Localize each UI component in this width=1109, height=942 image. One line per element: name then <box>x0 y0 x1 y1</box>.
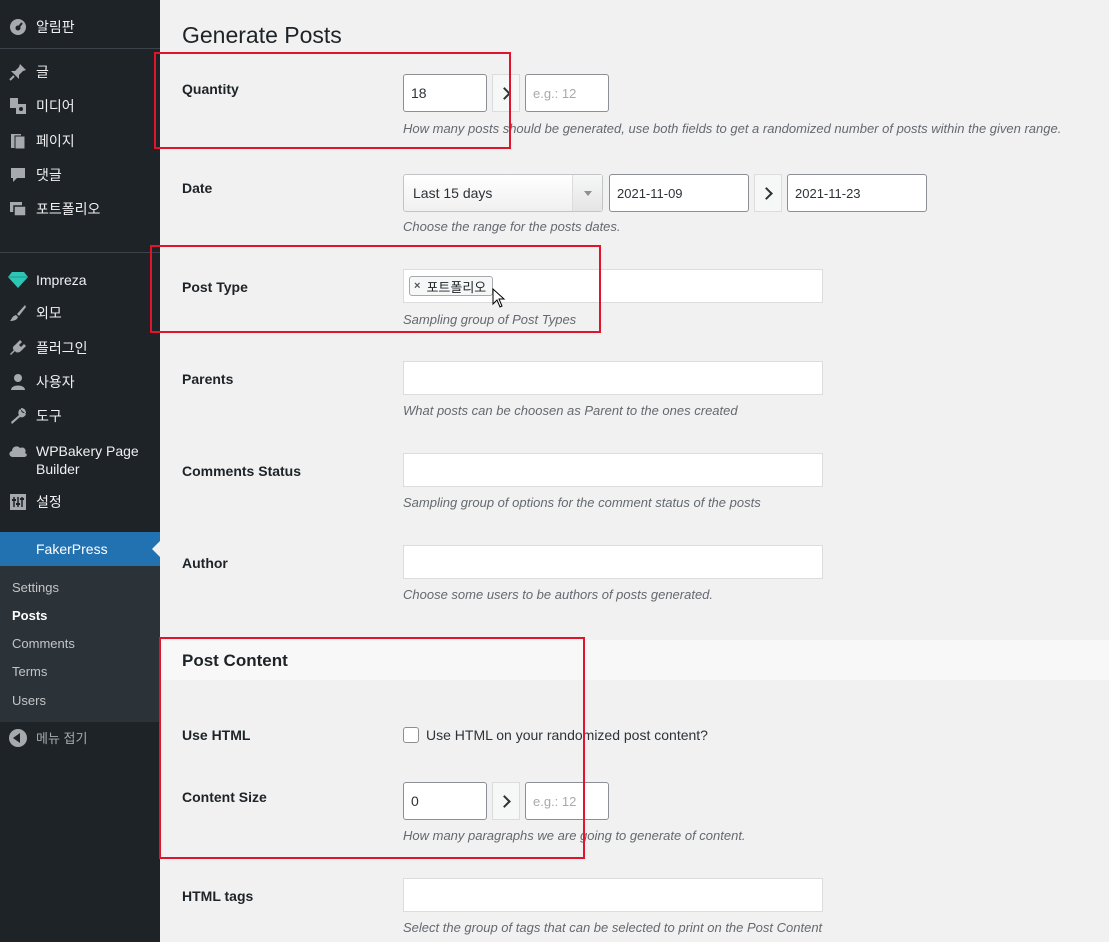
menu-item-portfolio[interactable]: 포트폴리오 <box>0 199 160 219</box>
parents-description: What posts can be choosen as Parent to t… <box>403 403 738 418</box>
quantity-max-input[interactable]: e.g.: 12 <box>525 74 609 112</box>
submenu-item-terms[interactable]: Terms <box>12 664 47 679</box>
date-range-arrow <box>754 174 782 212</box>
menu-item-dashboard[interactable]: 알림판 <box>0 17 160 37</box>
parents-select[interactable] <box>403 361 823 395</box>
admin-sidebar: 알림판 글 미디어 페이지 댓글 포트폴리오 Impreza 외모 플러그인 사… <box>0 0 160 942</box>
menu-item-plugins[interactable]: 플러그인 <box>0 338 160 358</box>
menu-item-settings[interactable]: 설정 <box>0 492 160 512</box>
collapse-menu-button[interactable]: 메뉴 접기 <box>0 728 160 747</box>
diamond-icon <box>8 270 28 290</box>
menu-item-posts[interactable]: 글 <box>0 62 160 82</box>
fakerpress-submenu: Settings Posts Comments Terms Users <box>0 566 160 722</box>
menu-label: WPBakery Page Builder <box>36 443 139 477</box>
menu-label: 사용자 <box>36 374 75 390</box>
menu-label: 미디어 <box>36 98 75 114</box>
menu-label: FakerPress <box>36 541 108 557</box>
menu-separator <box>0 252 160 253</box>
menu-item-pages[interactable]: 페이지 <box>0 131 160 151</box>
author-description: Choose some users to be authors of posts… <box>403 587 714 602</box>
author-select[interactable] <box>403 545 823 579</box>
submenu-item-posts[interactable]: Posts <box>12 608 47 623</box>
page-title: Generate Posts <box>182 22 342 48</box>
menu-label: 페이지 <box>36 133 75 149</box>
menu-item-media[interactable]: 미디어 <box>0 96 160 116</box>
portfolio-icon <box>8 199 28 219</box>
menu-label: 포트폴리오 <box>36 201 101 217</box>
user-icon <box>8 372 28 392</box>
pin-icon <box>8 62 28 82</box>
media-icon <box>8 96 28 116</box>
menu-label: 설정 <box>36 494 62 510</box>
current-menu-arrow <box>152 541 160 557</box>
settings-icon <box>8 492 28 512</box>
highlight-box-post-type <box>150 245 601 333</box>
dashboard-icon <box>8 17 28 37</box>
html-tags-select[interactable] <box>403 878 823 912</box>
menu-separator <box>0 48 160 49</box>
comments-status-select[interactable] <box>403 453 823 487</box>
date-range-value: Last 15 days <box>413 185 493 201</box>
highlight-box-post-content <box>159 637 585 859</box>
submenu-item-settings[interactable]: Settings <box>12 580 59 595</box>
menu-label: 댓글 <box>36 167 62 183</box>
cloud-icon <box>8 441 28 461</box>
collapse-icon <box>9 728 27 747</box>
menu-item-tools[interactable]: 도구 <box>0 406 160 426</box>
comments-status-description: Sampling group of options for the commen… <box>403 495 761 510</box>
comments-status-label: Comments Status <box>182 463 302 479</box>
menu-item-impreza[interactable]: Impreza <box>0 270 160 290</box>
menu-label: Impreza <box>36 272 87 288</box>
menu-item-comments[interactable]: 댓글 <box>0 165 160 185</box>
html-tags-description: Select the group of tags that can be sel… <box>403 920 823 935</box>
wrench-icon <box>8 406 28 426</box>
menu-item-users[interactable]: 사용자 <box>0 372 160 392</box>
page-icon <box>8 131 28 151</box>
date-label: Date <box>182 180 213 196</box>
comment-icon <box>8 165 28 185</box>
date-description: Choose the range for the posts dates. <box>403 219 621 234</box>
date-from-input[interactable]: 2021-11-09 <box>609 174 749 212</box>
html-tags-label: HTML tags <box>182 888 254 904</box>
menu-label: 알림판 <box>36 19 75 35</box>
chevron-down-icon <box>572 175 602 211</box>
highlight-box-quantity <box>154 52 511 149</box>
submenu-item-comments[interactable]: Comments <box>12 636 75 651</box>
menu-item-fakerpress[interactable]: FakerPress <box>0 532 160 566</box>
submenu-item-users[interactable]: Users <box>12 693 46 708</box>
plugin-icon <box>8 338 28 358</box>
menu-label: 글 <box>36 64 49 80</box>
menu-item-wpbakery[interactable]: WPBakery Page Builder <box>0 441 160 478</box>
menu-label: 도구 <box>36 408 62 424</box>
menu-item-appearance[interactable]: 외모 <box>0 303 160 323</box>
parents-label: Parents <box>182 371 234 387</box>
collapse-label: 메뉴 접기 <box>36 731 88 746</box>
menu-label: 외모 <box>36 305 62 321</box>
brush-icon <box>8 303 28 323</box>
date-to-input[interactable]: 2021-11-23 <box>787 174 927 212</box>
author-label: Author <box>182 555 228 571</box>
date-range-select[interactable]: Last 15 days <box>403 174 603 212</box>
menu-label: 플러그인 <box>36 340 88 356</box>
